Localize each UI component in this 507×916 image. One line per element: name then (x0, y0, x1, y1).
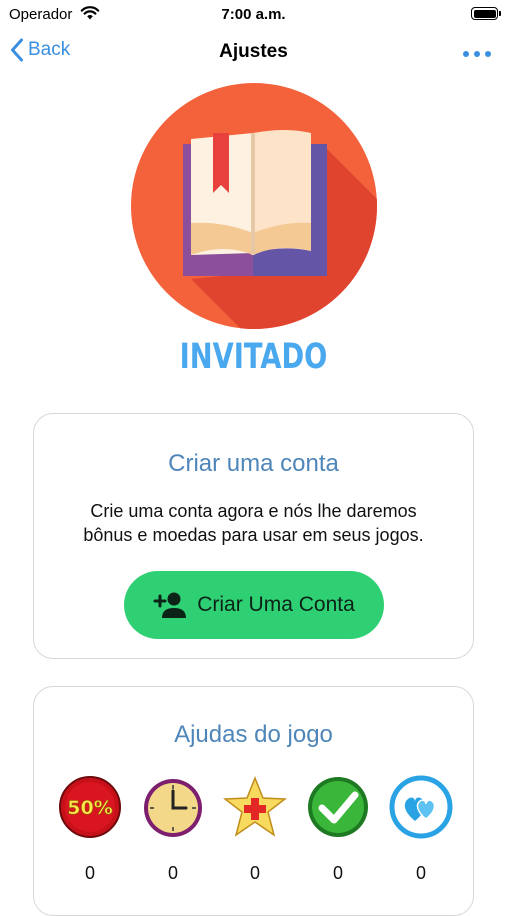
star-medic-icon[interactable] (223, 775, 287, 839)
clock: 7:00 a.m. (221, 6, 286, 23)
aid-count-check: 0 (332, 863, 343, 883)
check-icon[interactable] (306, 775, 370, 839)
add-user-icon (153, 592, 187, 618)
clock-icon[interactable] (141, 775, 205, 839)
aid-count-star-medic: 0 (249, 863, 260, 883)
book-logo-icon (131, 83, 377, 329)
create-account-description: Crie uma conta agora e nós lhe daremos b… (44, 499, 463, 547)
ellipsis-icon (463, 51, 469, 57)
status-bar: Operador 7:00 a.m. (0, 0, 507, 30)
game-aids-card: Ajudas do jogo 50% 0 0 0 0 0 (33, 686, 474, 916)
fifty-fifty-icon[interactable]: 50% (58, 775, 122, 839)
create-account-button-label: Criar Uma Conta (197, 593, 355, 616)
guest-label: INVITADO (179, 337, 328, 377)
aid-count-fifty-fifty: 0 (84, 863, 95, 883)
aid-count-hearts: 0 (415, 863, 426, 883)
game-aids-title: Ajudas do jogo (174, 721, 333, 748)
description-line: bônus e moedas para usar em seus jogos. (83, 525, 424, 545)
more-options-button[interactable] (463, 51, 491, 57)
hearts-icon[interactable] (389, 775, 453, 839)
navigation-bar: Back Ajustes (0, 32, 507, 76)
fifty-fifty-icon-text: 50% (67, 797, 112, 819)
create-account-title: Criar uma conta (168, 450, 339, 477)
create-account-card: Criar uma conta Crie uma conta agora e n… (33, 413, 474, 659)
description-line: Crie uma conta agora e nós lhe daremos (90, 501, 417, 521)
page-title: Ajustes (219, 41, 288, 62)
aid-count-clock: 0 (167, 863, 178, 883)
battery-icon (471, 7, 501, 20)
create-account-button[interactable]: Criar Uma Conta (124, 571, 384, 639)
